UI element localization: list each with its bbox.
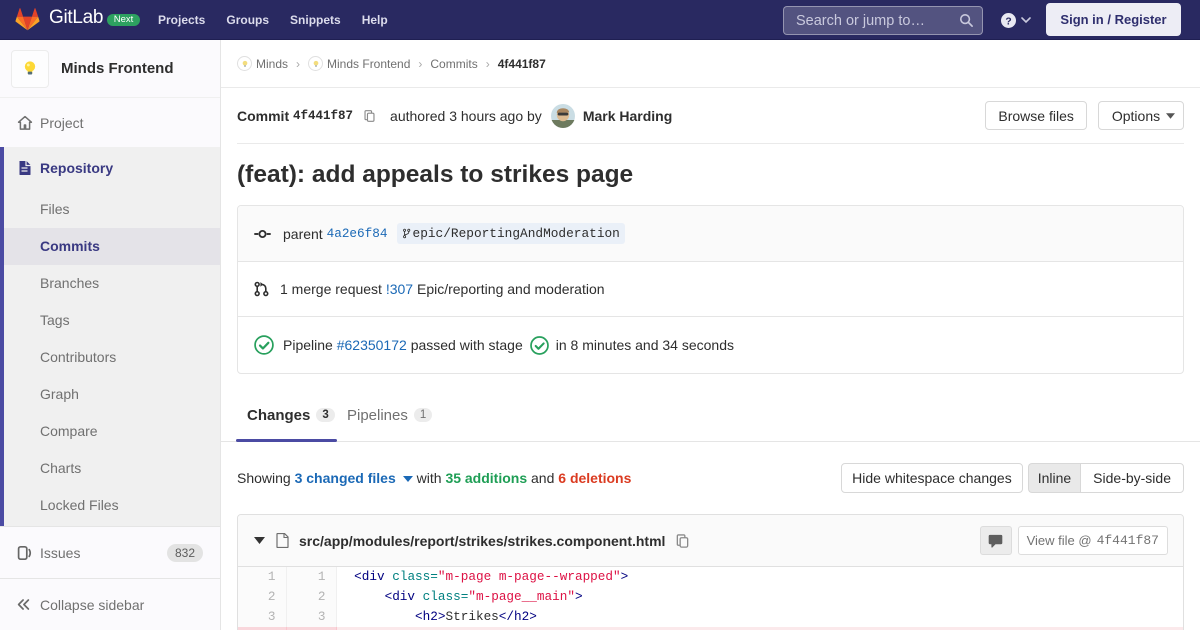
- svg-text:?: ?: [1005, 16, 1011, 27]
